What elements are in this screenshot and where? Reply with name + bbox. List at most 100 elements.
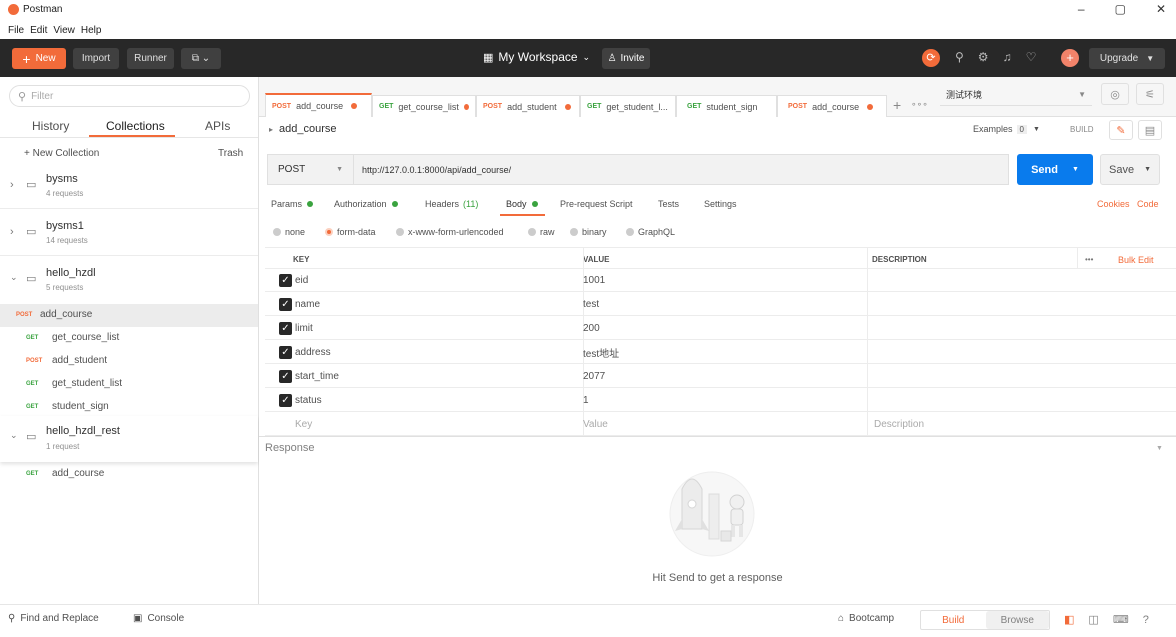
satellite-icon[interactable]: ⚲ [955, 50, 964, 64]
sync-icon[interactable]: ⟳ [922, 49, 940, 67]
collection-bysms1[interactable]: › ▭ bysms1 14 requests [0, 212, 258, 256]
build-toggle[interactable]: Build [921, 611, 986, 629]
more-options-icon[interactable]: ••• [1085, 248, 1093, 271]
request-item[interactable]: POST add_student [0, 350, 258, 373]
two-pane-icon[interactable]: ◫ [1088, 613, 1098, 626]
value-placeholder[interactable]: Value [583, 413, 608, 436]
bootcamp-button[interactable]: ⌂ Bootcamp [838, 613, 894, 624]
request-item[interactable]: GET get_student_list [0, 373, 258, 396]
tab-headers[interactable]: Headers (11) [425, 199, 478, 209]
comment-icon[interactable]: ▤ [1138, 120, 1162, 140]
param-value[interactable]: 200 [583, 317, 600, 340]
tab-add-course[interactable]: POST add_course [265, 93, 372, 117]
keyboard-icon[interactable]: ⌨ [1113, 613, 1129, 626]
pencil-icon[interactable]: ✎ [1109, 120, 1133, 140]
param-value[interactable]: 1 [583, 389, 589, 412]
menu-help[interactable]: Help [81, 25, 102, 36]
param-value[interactable]: 2077 [583, 365, 605, 388]
caret-down-icon[interactable]: ▼ [1156, 445, 1163, 452]
code-link[interactable]: Code [1137, 199, 1159, 209]
collection-bysms[interactable]: › ▭ bysms 4 requests [0, 165, 258, 209]
checkbox-checked-icon[interactable]: ✓ [279, 322, 292, 335]
checkbox-checked-icon[interactable]: ✓ [279, 274, 292, 287]
gear-icon[interactable]: ⚙ [978, 50, 989, 64]
param-key[interactable]: limit [295, 317, 313, 340]
tab-add-course-2[interactable]: POST add_course [777, 95, 887, 117]
heart-icon[interactable]: ♡ [1026, 50, 1037, 64]
request-item[interactable]: GET get_course_list [0, 327, 258, 350]
checkbox-checked-icon[interactable]: ✓ [279, 346, 292, 359]
console-button[interactable]: ▣ Console [133, 613, 184, 624]
bell-icon[interactable]: ♫ [1003, 50, 1012, 64]
tab-add-student[interactable]: POST add_student [476, 95, 580, 117]
tab-student-sign[interactable]: GET student_sign [676, 95, 777, 117]
menu-view[interactable]: View [53, 25, 75, 36]
runner-button[interactable]: Runner [127, 48, 174, 69]
param-key[interactable]: eid [295, 269, 308, 292]
maximize-icon[interactable]: ▢ [1115, 2, 1126, 16]
tab-apis[interactable]: APIs [205, 119, 230, 133]
close-icon[interactable]: ✕ [1156, 2, 1166, 16]
tab-get-student-list[interactable]: GET get_student_l... [580, 95, 676, 117]
bulk-edit-link[interactable]: Bulk Edit [1118, 248, 1154, 271]
new-button[interactable]: + New [12, 48, 66, 69]
checkbox-checked-icon[interactable]: ✓ [279, 370, 292, 383]
more-tabs-icon[interactable]: ∘∘∘ [911, 99, 928, 110]
radio-graphql[interactable]: GraphQL [626, 227, 675, 237]
param-key[interactable]: start_time [295, 365, 339, 388]
new-window-button[interactable]: ⧉ ⌄ [181, 48, 221, 69]
send-button[interactable]: Send ▼ [1017, 154, 1093, 185]
single-pane-icon[interactable]: ◧ [1064, 613, 1074, 626]
upgrade-button[interactable]: Upgrade ▼ [1089, 48, 1165, 69]
request-item-active[interactable]: POST add_course [0, 304, 258, 327]
tab-get-course-list[interactable]: GET get_course_list [372, 95, 476, 117]
collection-hello-hzdl[interactable]: ⌄ ▭ hello_hzdl 5 requests [0, 259, 258, 303]
request-item[interactable]: GET add_course [0, 463, 258, 486]
menu-edit[interactable]: Edit [30, 25, 47, 36]
param-value[interactable]: test [583, 293, 599, 316]
add-tab-icon[interactable]: + [893, 97, 901, 113]
description-placeholder[interactable]: Description [874, 413, 924, 436]
method-select[interactable]: POST ▼ [267, 154, 354, 185]
settings-sliders-icon[interactable]: ⚟ [1136, 83, 1164, 105]
checkbox-checked-icon[interactable]: ✓ [279, 394, 292, 407]
radio-form-data[interactable]: form-data [325, 227, 376, 237]
help-icon[interactable]: ? [1143, 614, 1149, 626]
param-key[interactable]: address [295, 341, 331, 364]
avatar[interactable]: + [1061, 49, 1079, 67]
radio-none[interactable]: none [273, 227, 305, 237]
param-value[interactable]: test地址 [583, 341, 619, 364]
request-breadcrumb[interactable]: ▸ add_course [269, 123, 337, 135]
param-value[interactable]: 1001 [583, 269, 605, 292]
filter-input[interactable]: ⚲ Filter [9, 85, 250, 107]
tab-collections[interactable]: Collections [106, 119, 165, 133]
radio-urlencoded[interactable]: x-www-form-urlencoded [396, 227, 504, 237]
trash-button[interactable]: Trash [218, 148, 243, 159]
browse-toggle[interactable]: Browse [985, 611, 1049, 629]
tab-history[interactable]: History [32, 119, 69, 133]
key-placeholder[interactable]: Key [295, 413, 312, 436]
checkbox-checked-icon[interactable]: ✓ [279, 298, 292, 311]
examples-dropdown[interactable]: Examples 0 ▼ [973, 124, 1040, 134]
collection-hello-hzdl-rest[interactable]: ⌄ ▭ hello_hzdl_rest 1 request [0, 416, 258, 462]
tab-prerequest-script[interactable]: Pre-request Script [560, 199, 633, 209]
radio-binary[interactable]: binary [570, 227, 607, 237]
param-key[interactable]: status [295, 389, 322, 412]
environment-select[interactable]: 测试环境 ▼ [940, 84, 1092, 106]
url-input[interactable]: http://127.0.0.1:8000/api/add_course/ [354, 154, 1009, 185]
save-button[interactable]: Save ▼ [1100, 154, 1160, 185]
find-replace-button[interactable]: ⚲ Find and Replace [8, 613, 99, 624]
workspace-selector[interactable]: ▦ My Workspace ⌄ [483, 50, 590, 64]
minimize-icon[interactable]: – [1078, 2, 1085, 16]
radio-raw[interactable]: raw [528, 227, 555, 237]
new-collection-button[interactable]: + New Collection [24, 148, 99, 159]
tab-settings[interactable]: Settings [704, 199, 737, 209]
tab-tests[interactable]: Tests [658, 199, 679, 209]
param-key[interactable]: name [295, 293, 320, 316]
eye-icon[interactable]: ◎ [1101, 83, 1129, 105]
tab-params[interactable]: Params [271, 199, 314, 209]
tab-authorization[interactable]: Authorization [334, 199, 398, 209]
tab-body[interactable]: Body [506, 199, 538, 209]
import-button[interactable]: Import [73, 48, 119, 69]
menu-file[interactable]: File [8, 25, 24, 36]
